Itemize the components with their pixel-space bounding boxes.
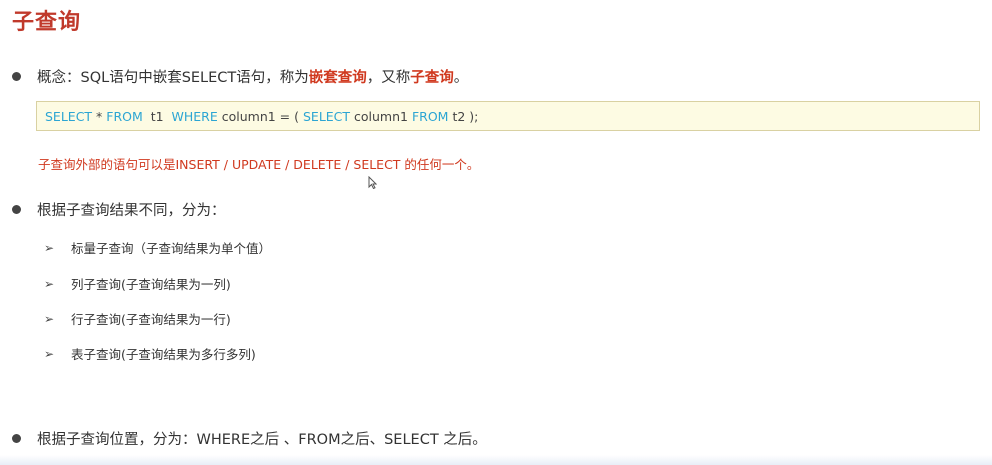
- arrow-bullet-icon: ➢: [44, 311, 55, 326]
- code-keyword-select: SELECT: [45, 108, 93, 124]
- bullet-dot-icon: [12, 434, 21, 443]
- concept-suffix: 。: [453, 70, 469, 86]
- code-keyword-from: FROM: [411, 108, 449, 124]
- arrow-bullet-icon: ➢: [44, 276, 55, 291]
- list-item-label: 标量子查询（子查询结果为单个值）: [71, 241, 272, 256]
- code-token: t2 );: [448, 108, 479, 124]
- list-item-label: 列子查询(子查询结果为一列): [71, 277, 231, 292]
- code-token: column1: [350, 108, 412, 124]
- code-token: *: [92, 108, 107, 124]
- concept-mid: ，又称: [366, 70, 411, 86]
- mouse-cursor-icon: [368, 175, 378, 192]
- arrow-bullet-icon: ➢: [44, 346, 55, 361]
- code-keyword-select: SELECT: [302, 108, 351, 124]
- slide-title: 子查询: [12, 10, 82, 35]
- bullet-dot-icon: [12, 72, 21, 81]
- list-item-label: 行子查询(子查询结果为一行): [71, 312, 231, 327]
- code-keyword-from: FROM: [106, 108, 143, 124]
- classify-bullet: 根据子查询结果不同，分为：: [12, 199, 226, 220]
- list-item-label: 表子查询(子查询结果为多行多列): [71, 347, 256, 362]
- list-item: ➢ 标量子查询（子查询结果为单个值）: [44, 238, 271, 257]
- sql-code-box: SELECT * FROM t1 WHERE column1 = ( SELEC…: [36, 101, 980, 131]
- code-token: t1: [142, 108, 172, 124]
- list-item: ➢ 列子查询(子查询结果为一列): [44, 274, 231, 293]
- code-keyword-where: WHERE: [171, 108, 218, 124]
- concept-prefix: 概念：SQL语句中嵌套SELECT语句，称为: [37, 70, 309, 86]
- code-token: column1 = (: [217, 108, 303, 124]
- list-item: ➢ 表子查询(子查询结果为多行多列): [44, 344, 256, 363]
- arrow-bullet-icon: ➢: [44, 240, 55, 255]
- position-heading: 根据子查询位置，分为：WHERE之后 、FROM之后、SELECT 之后。: [37, 432, 487, 448]
- concept-bullet: 概念：SQL语句中嵌套SELECT语句，称为嵌套查询，又称子查询。: [12, 66, 468, 87]
- outer-statement-note: 子查询外部的语句可以是INSERT / UPDATE / DELETE / SE…: [38, 157, 480, 172]
- position-bullet: 根据子查询位置，分为：WHERE之后 、FROM之后、SELECT 之后。: [12, 428, 487, 449]
- concept-text: 概念：SQL语句中嵌套SELECT语句，称为嵌套查询，又称子查询。: [37, 66, 468, 87]
- concept-highlight-subquery: 子查询: [410, 70, 454, 86]
- classify-heading: 根据子查询结果不同，分为：: [37, 203, 226, 219]
- bottom-decoration: [0, 455, 992, 465]
- bullet-dot-icon: [12, 205, 21, 214]
- list-item: ➢ 行子查询(子查询结果为一行): [44, 309, 231, 328]
- concept-highlight-nested: 嵌套查询: [308, 70, 367, 86]
